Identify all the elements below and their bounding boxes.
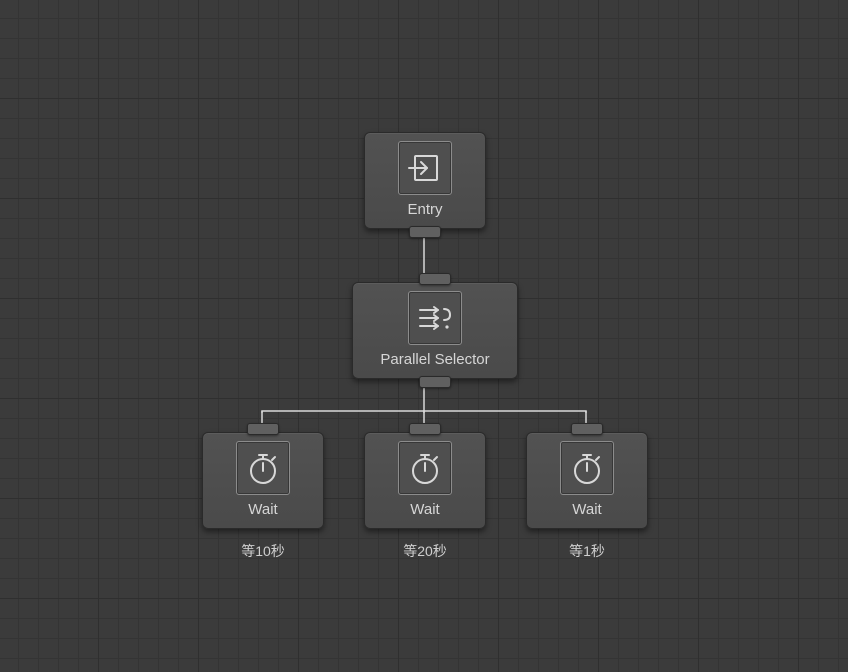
parallel-selector-icon: [408, 291, 462, 345]
node-wait-1-sublabel: 等10秒: [241, 541, 285, 561]
port-in[interactable]: [247, 423, 279, 435]
port-in[interactable]: [571, 423, 603, 435]
stopwatch-icon: [560, 441, 614, 495]
node-wait-1[interactable]: Wait 等10秒: [202, 432, 324, 561]
node-wait-3-label: Wait: [572, 501, 601, 518]
port-in[interactable]: [409, 423, 441, 435]
node-parallel-selector-label: Parallel Selector: [380, 351, 489, 368]
port-out[interactable]: [409, 226, 441, 238]
node-wait-2-sublabel: 等20秒: [403, 541, 447, 561]
node-entry-label: Entry: [407, 201, 442, 218]
port-out[interactable]: [419, 376, 451, 388]
stopwatch-icon: [398, 441, 452, 495]
node-wait-3[interactable]: Wait 等1秒: [526, 432, 648, 561]
node-parallel-selector[interactable]: Parallel Selector: [352, 282, 518, 379]
node-wait-2[interactable]: Wait 等20秒: [364, 432, 486, 561]
node-wait-1-label: Wait: [248, 501, 277, 518]
node-entry[interactable]: Entry: [364, 132, 486, 229]
behavior-tree-canvas[interactable]: Entry Parallel Selector: [0, 0, 848, 672]
node-wait-3-sublabel: 等1秒: [569, 541, 605, 561]
node-wait-2-label: Wait: [410, 501, 439, 518]
entry-icon: [398, 141, 452, 195]
port-in[interactable]: [419, 273, 451, 285]
stopwatch-icon: [236, 441, 290, 495]
